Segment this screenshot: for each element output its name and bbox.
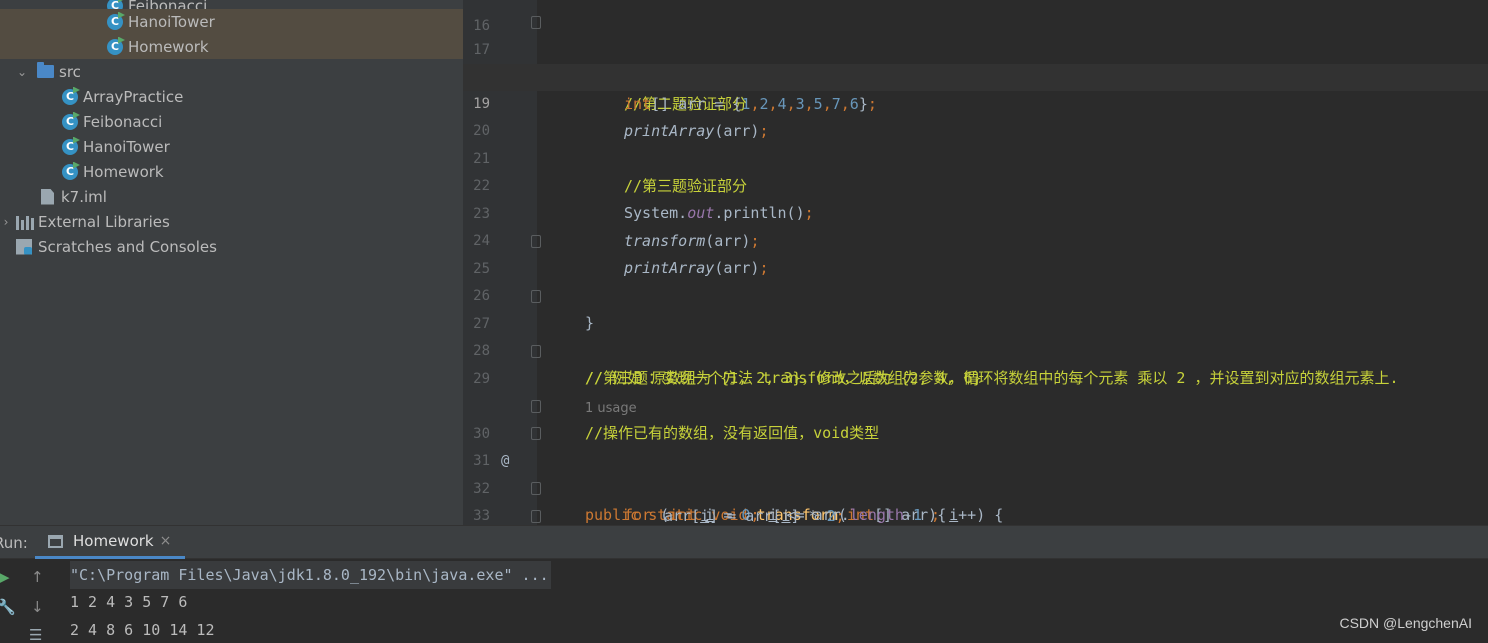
tree-item-label: src [59, 62, 81, 81]
tree-item-feibonacci[interactable]: C Feibonacci [0, 109, 463, 134]
code-line-current[interactable]: 19 printArray(arr); [463, 64, 1488, 140]
run-label: Run: [0, 534, 28, 552]
code-line[interactable]: 28 // 例如 原数组为 {1, 2, 3}，修改之后为 {2, 4, 6} [463, 311, 1488, 387]
tree-item-src[interactable]: ⌄ src [0, 59, 463, 84]
module-file-icon [41, 188, 54, 205]
watermark: CSDN @LengchenAI [1339, 615, 1472, 631]
tree-item-label: External Libraries [38, 212, 170, 231]
code-line[interactable]: 20 [463, 91, 1488, 139]
java-class-icon: C [62, 163, 78, 180]
wrench-icon[interactable]: 🔧 [0, 598, 16, 616]
tree-item-hanoitower[interactable]: C HanoiTower [0, 134, 463, 159]
tree-item-external-libraries[interactable]: › External Libraries [0, 209, 463, 234]
fold-marker-icon[interactable] [531, 235, 541, 248]
console-output[interactable]: "C:\Program Files\Java\jdk1.8.0_192\bin\… [70, 560, 1470, 643]
code-line[interactable]: 30 @ public static void transform(int[] … [463, 394, 1488, 524]
folder-icon [37, 62, 54, 78]
fold-marker-icon[interactable] [531, 345, 541, 358]
arrow-down-icon[interactable]: ↓ [31, 598, 44, 616]
java-class-icon: C [62, 88, 78, 105]
tree-item-arraypractice[interactable]: C ArrayPractice [0, 84, 463, 109]
java-class-icon: C [62, 113, 78, 130]
close-icon[interactable]: × [160, 533, 172, 549]
code-line[interactable]: 29 //操作已有的数组，没有返回值，void类型 [463, 339, 1488, 442]
code-line[interactable]: 31 for (int i = 0; i <= arr.length-1 ; i… [463, 421, 1488, 524]
rerun-icon[interactable]: ▶ [0, 568, 10, 586]
fold-marker-icon[interactable] [531, 16, 541, 29]
code-line[interactable]: 22 System.out.println(); [463, 146, 1488, 222]
code-line[interactable]: 18 int[] arr = {1,2,4,3,5,7,6}; [463, 37, 1488, 113]
console-output-line: 1 2 4 3 5 7 6 [70, 593, 188, 611]
console-output-line: 2 4 8 6 10 14 12 [70, 621, 215, 639]
tree-item-scratches[interactable]: Scratches and Consoles [0, 234, 463, 259]
soft-wrap-icon[interactable]: ☰ [29, 626, 42, 643]
chevron-right-icon[interactable]: › [2, 215, 10, 229]
java-class-icon: C [107, 38, 123, 55]
project-tool-window: C Feibonacci C HanoiTower C Homework ⌄ s… [0, 0, 463, 525]
tree-item-k7-iml[interactable]: k7.iml [0, 184, 463, 209]
usage-hint-line[interactable]: 1 usage [463, 368, 1488, 416]
scratch-icon [16, 238, 32, 255]
tree-item-label: Feibonacci [83, 112, 163, 131]
fold-marker-icon[interactable] [531, 427, 541, 440]
run-tab-bar: Run: Homework × [0, 526, 1488, 559]
code-line[interactable]: 33 } [463, 476, 1488, 524]
tree-item-label: HanoiTower [83, 137, 170, 156]
chevron-down-icon[interactable]: ⌄ [15, 65, 29, 79]
tree-item-label: Homework [83, 162, 164, 181]
tree-item-hanoitower-out[interactable]: C HanoiTower [0, 9, 463, 34]
code-line[interactable]: 25 } [463, 229, 1488, 332]
tree-item-label: ArrayPractice [83, 87, 184, 106]
java-class-icon: C [62, 138, 78, 155]
code-line[interactable]: 26 [463, 256, 1488, 304]
code-line[interactable]: 34 } [463, 504, 1488, 525]
run-tool-window: Run: Homework × ▶ ↑ 🔧 ↓ ☰ "C:\Program Fi… [0, 525, 1488, 643]
run-toolbar: ▶ ↑ 🔧 ↓ ☰ [0, 560, 58, 643]
run-tab-label: Homework [73, 532, 154, 550]
arrow-up-icon[interactable]: ↑ [31, 568, 44, 586]
fold-marker-icon[interactable] [531, 510, 541, 523]
code-line[interactable]: 27 //第三题：实现一个方法 transform，以数组为参数，循环将数组中的… [463, 284, 1488, 387]
fold-marker-icon[interactable] [531, 482, 541, 495]
code-line[interactable]: 32 arr[i] = arr[i] * 2; [463, 449, 1488, 525]
fold-marker-icon[interactable] [531, 400, 541, 413]
code-editor[interactable]: 16 17 //第二题验证部分 18 int[] arr = {1,2,4,3,… [463, 0, 1488, 525]
tree-item-label: Scratches and Consoles [38, 237, 217, 256]
tree-item-homework[interactable]: C Homework [0, 159, 463, 184]
code-line[interactable]: 24 printArray(arr); [463, 201, 1488, 277]
code-line[interactable]: 21 //第三题验证部分 [463, 119, 1488, 195]
tree-item-label: HanoiTower [128, 12, 215, 31]
tree-item-homework-out[interactable]: C Homework [0, 34, 463, 59]
console-icon [48, 534, 63, 548]
console-command-line[interactable]: "C:\Program Files\Java\jdk1.8.0_192\bin\… [70, 561, 551, 589]
tree-item-label: Homework [128, 37, 209, 56]
code-line[interactable]: 23 transform(arr); [463, 174, 1488, 250]
fold-marker-icon[interactable] [531, 290, 541, 303]
run-tab-homework[interactable]: Homework × [35, 526, 185, 559]
library-icon [16, 214, 34, 230]
java-class-icon: C [107, 13, 123, 30]
code-line[interactable]: 17 //第二题验证部分 [463, 10, 1488, 113]
tree-item-label: k7.iml [61, 187, 107, 206]
